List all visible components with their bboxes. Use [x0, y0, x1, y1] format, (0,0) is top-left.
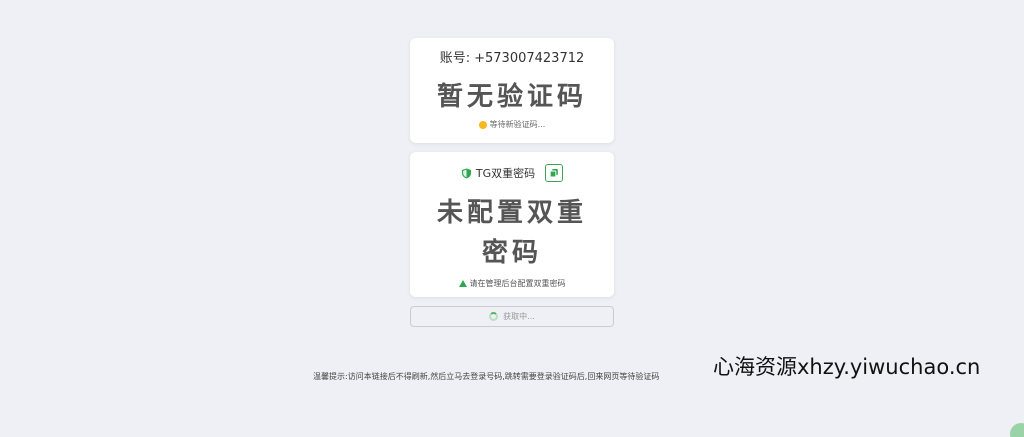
corner-badge-icon[interactable] — [1010, 423, 1024, 437]
copy-button[interactable] — [545, 164, 564, 182]
code-status-text: 等待新验证码... — [489, 120, 546, 129]
two-factor-header: TG双重密码 — [410, 163, 614, 183]
waiting-dot-icon — [478, 120, 487, 129]
warning-icon — [458, 280, 467, 287]
main-column: 账号: +573007423712 暂无验证码 等待新验证码... TG双重密码 — [410, 38, 614, 327]
code-status: 等待新验证码... — [410, 119, 614, 130]
account-line: 账号: +573007423712 — [410, 50, 614, 68]
shield-icon — [461, 167, 472, 179]
account-label: 账号: — [439, 51, 471, 66]
two-factor-warning-text: 请在管理后台配置双重密码 — [469, 279, 566, 288]
verification-code: 暂无验证码 — [436, 82, 587, 112]
two-factor-value: 未配置双重密码 — [436, 198, 587, 268]
two-factor-warning: 请在管理后台配置双重密码 — [410, 278, 614, 289]
tip-text: 温馨提示:访问本链接后不得刷新,然后立马去登录号码,跳转需要登录验证码后,回来网… — [313, 372, 660, 381]
loading-spinner-icon — [489, 312, 499, 321]
copy-icon — [549, 169, 558, 178]
watermark: 心海资源xhzy.yiwuchao.cn — [713, 355, 981, 379]
fetch-button-label: 获取中... — [503, 312, 535, 321]
account-card: 账号: +573007423712 暂无验证码 等待新验证码... — [410, 38, 614, 143]
fetch-button[interactable]: 获取中... — [410, 306, 614, 327]
two-factor-title: TG双重密码 — [475, 167, 536, 180]
two-factor-card: TG双重密码 未配置双重密码 请在管理后台配置双重密码 — [410, 152, 614, 297]
account-number: +573007423712 — [474, 51, 585, 66]
